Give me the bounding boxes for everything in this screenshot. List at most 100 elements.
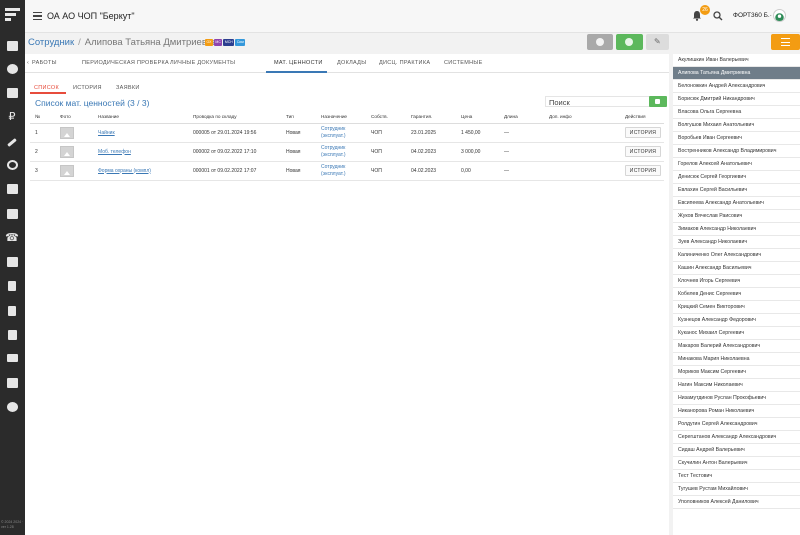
subtab-history[interactable]: ИСТОРИЯ — [73, 85, 102, 91]
col-warranty[interactable]: Гарантия. — [406, 111, 456, 124]
avatar[interactable] — [773, 9, 786, 22]
employee-list-item[interactable]: Зуев Александр Николаевич — [673, 236, 800, 249]
employee-list-item[interactable]: Евсипеева Александр Анатольевич — [673, 197, 800, 210]
cogs-icon[interactable] — [5, 401, 19, 414]
subtab-list[interactable]: СПИСОК — [34, 85, 59, 91]
employee-list-item[interactable]: Жуков Вячеслав Раисович — [673, 210, 800, 223]
col-purpose[interactable]: Назначение — [316, 111, 366, 124]
employee-list-item[interactable]: Власова Ольга Сергеевна — [673, 106, 800, 119]
user-name[interactable]: ФОРТ360 Б.· — [733, 12, 772, 19]
employee-list-item[interactable]: Крицкий Семен Викторович — [673, 301, 800, 314]
list-icon[interactable] — [5, 87, 19, 100]
tab-works[interactable]: РАБОТЫ — [32, 60, 57, 66]
col-type[interactable]: Тип — [281, 111, 316, 124]
hamburger-menu-icon[interactable] — [33, 12, 42, 21]
employee-list-item[interactable]: Зимаков Александр Николаевич — [673, 223, 800, 236]
add-item-button[interactable] — [649, 96, 667, 107]
employee-list-item[interactable]: Борисюк Дмитрий Никандрович — [673, 93, 800, 106]
tab-discipline[interactable]: ДИСЦ. ПРАКТИКА — [379, 60, 430, 66]
badge-ox: ОХ — [205, 39, 213, 46]
wrench-icon[interactable] — [5, 136, 19, 149]
tab-system[interactable]: СИСТЕМНЫЕ — [444, 60, 483, 66]
employee-list-item[interactable]: Белоножкин Андрей Александрович — [673, 80, 800, 93]
image-placeholder-icon[interactable] — [60, 126, 74, 139]
employee-list-item[interactable]: Алипова Татьяна Дмитриевна — [673, 67, 800, 80]
phone-icon[interactable]: ☎ — [5, 232, 19, 245]
price-cell: 0,00 — [456, 161, 499, 181]
history-button[interactable]: ИСТОРИЯ — [625, 127, 661, 138]
col-price[interactable]: Цена — [456, 111, 499, 124]
employee-list-item[interactable]: Калиниченко Олег Александрович — [673, 249, 800, 262]
employee-list-item[interactable]: Нагин Максим Николаевич — [673, 379, 800, 392]
briefcase-icon[interactable] — [5, 256, 19, 269]
book-icon[interactable] — [5, 377, 19, 390]
table-row[interactable]: 1 Чайник 000005 от 29.01.2024 19:56 Нова… — [30, 123, 664, 143]
settings-cog-icon[interactable] — [5, 63, 19, 76]
employee-list-item[interactable]: Минакова Мария Николаевна — [673, 353, 800, 366]
item-name-link[interactable]: Форма охраны (компл) — [93, 161, 188, 181]
search-input[interactable]: Поиск — [545, 96, 663, 107]
employee-list-item[interactable]: Воробьев Иван Сергеевич — [673, 132, 800, 145]
purpose-cell[interactable]: Сотрудник (эксплуат.) — [316, 142, 366, 162]
tab-valuables[interactable]: МАТ. ЦЕННОСТИ — [274, 60, 323, 66]
item-name-link[interactable]: Чайник — [93, 123, 188, 143]
table-row[interactable]: 3 Форма охраны (компл) 000001 от 09.02.2… — [30, 161, 664, 181]
app-logo-icon[interactable] — [5, 8, 20, 23]
tab-personal-docs[interactable]: ЛИЧНЫЕ ДОКУМЕНТЫ — [170, 60, 235, 66]
scan-icon[interactable] — [5, 183, 19, 196]
excel-icon[interactable] — [5, 329, 19, 342]
search-icon[interactable] — [713, 11, 723, 21]
employee-list-item[interactable]: Евлахин Сергей Васильевич — [673, 184, 800, 197]
col-number[interactable]: № — [30, 111, 55, 124]
document-icon[interactable] — [5, 305, 19, 318]
employee-list-item[interactable]: Ролдугин Сергей Александрович — [673, 418, 800, 431]
employee-list-item[interactable]: Денисюк Сергей Георгиевич — [673, 171, 800, 184]
download-button[interactable] — [616, 34, 643, 50]
employee-list-item[interactable]: Востренников Александр Владимирович — [673, 145, 800, 158]
employee-list-item[interactable]: Серегштанов Александр Александрович — [673, 431, 800, 444]
employee-list-item[interactable]: Макаров Валерий Александрович — [673, 340, 800, 353]
item-name-link[interactable]: Моб. телефон — [93, 142, 188, 162]
employee-list-item[interactable]: Горелов Алексей Анатольевич — [673, 158, 800, 171]
purpose-cell[interactable]: Сотрудник (эксплуат.) — [316, 161, 366, 181]
col-name[interactable]: Название — [93, 111, 188, 124]
employee-list-item[interactable]: Низамутдинов Руслан Прокофьевич — [673, 392, 800, 405]
employee-list-item[interactable]: Мориков Максим Сергеевич — [673, 366, 800, 379]
history-button[interactable]: ИСТОРИЯ — [625, 165, 661, 176]
tab-periodic-check[interactable]: ПЕРИОДИЧЕСКАЯ ПРОВЕРКА — [82, 60, 169, 66]
office-icon[interactable] — [5, 280, 19, 293]
subtab-requests[interactable]: ЗАЯВКИ — [116, 85, 140, 91]
employee-list-item[interactable]: Уполовников Алексей Данилович — [673, 496, 800, 509]
employee-list-item[interactable]: Скучилин Антон Валерьевич — [673, 457, 800, 470]
table-row[interactable]: 2 Моб. телефон 000002 от 09.02.2022 17:1… — [30, 142, 664, 162]
employee-list-item[interactable]: Кобелев Денис Сергеевич — [673, 288, 800, 301]
employee-list-item[interactable]: Кашин Александр Васильевич — [673, 262, 800, 275]
building-icon[interactable] — [5, 208, 19, 221]
employee-list-item[interactable]: Клочнев Игорь Сергеевич — [673, 275, 800, 288]
employee-list-item[interactable]: Тест Тестович — [673, 470, 800, 483]
purpose-cell[interactable]: Сотрудник (эксплуат.) — [316, 123, 366, 143]
ruble-icon[interactable]: ₽ — [5, 111, 19, 124]
employee-list-item[interactable]: Волгушов Михаил Анатольевич — [673, 119, 800, 132]
target-icon[interactable] — [5, 159, 19, 172]
employee-list-item[interactable]: Акулишкин Иван Валерьевич — [673, 54, 800, 67]
employee-list-item[interactable]: Куканос Михаил Сергеевич — [673, 327, 800, 340]
col-length[interactable]: Длина — [499, 111, 544, 124]
col-posting[interactable]: Проводка по складу — [188, 111, 281, 124]
monitor-icon[interactable] — [5, 353, 19, 366]
employee-list-item[interactable]: Кузнецов Александр Федорович — [673, 314, 800, 327]
breadcrumb-root[interactable]: Сотрудник — [28, 37, 74, 48]
id-card-icon[interactable] — [5, 40, 19, 53]
col-owner[interactable]: Собств. — [366, 111, 406, 124]
edit-button[interactable]: ✎ — [646, 34, 669, 50]
history-button[interactable]: ИСТОРИЯ — [625, 146, 661, 157]
archive-button[interactable] — [587, 34, 613, 50]
employee-list-item[interactable]: Сидаш Андрей Валерьевич — [673, 444, 800, 457]
menu-button[interactable] — [771, 34, 800, 50]
tab-back-arrow[interactable]: ‹ — [27, 60, 29, 66]
employee-list-item[interactable]: Никанорова Роман Николаевич — [673, 405, 800, 418]
image-placeholder-icon[interactable] — [60, 145, 74, 158]
employee-list-item[interactable]: Тугушев Рустам Михайлович — [673, 483, 800, 496]
image-placeholder-icon[interactable] — [60, 164, 74, 177]
tab-reports[interactable]: ДОКЛАДЫ — [337, 60, 366, 66]
